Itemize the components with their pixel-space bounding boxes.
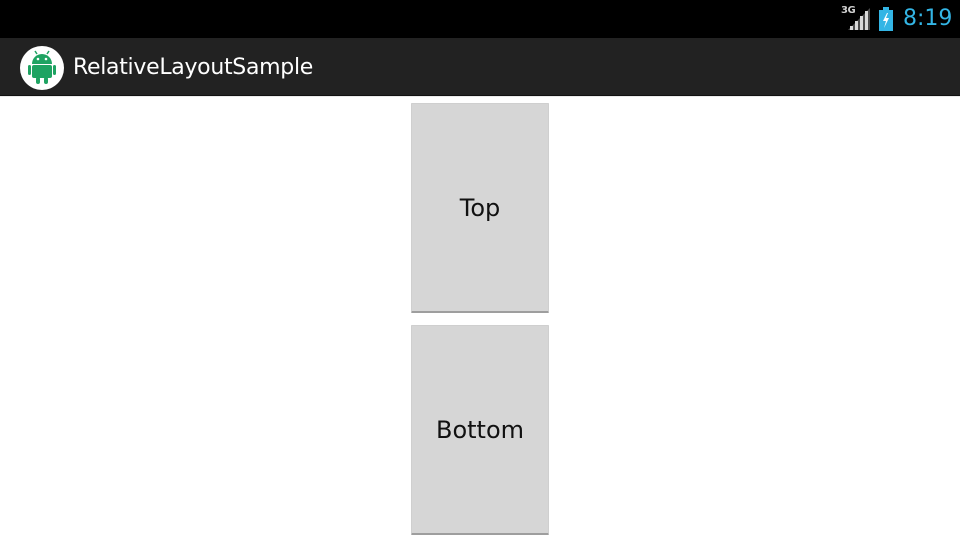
android-screen: 3G 8:19 RelativeLayoutSample Top Bottom: [0, 0, 960, 540]
signal-icon: [848, 8, 870, 30]
android-robot-icon: [28, 50, 56, 84]
top-button[interactable]: Top: [411, 103, 549, 313]
relative-layout-content: Top Bottom: [0, 97, 960, 540]
android-app-icon[interactable]: [20, 46, 64, 90]
bottom-button[interactable]: Bottom: [411, 325, 549, 535]
status-bar: 3G 8:19: [0, 0, 960, 38]
clock: 8:19: [903, 6, 953, 31]
battery-charging-icon: [879, 7, 893, 31]
action-bar: RelativeLayoutSample: [0, 38, 960, 96]
app-title: RelativeLayoutSample: [73, 55, 313, 80]
